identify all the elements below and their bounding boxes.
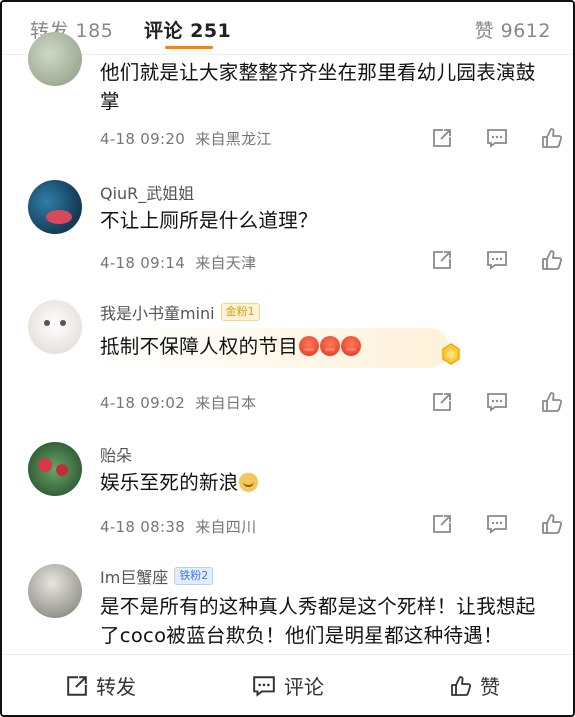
comment-icon xyxy=(253,675,275,697)
angry-emoji-icon xyxy=(341,336,362,356)
like-action[interactable] xyxy=(524,124,573,152)
repost-icon xyxy=(432,251,451,269)
tab-bar: 转发 185 评论 251 赞 9612 xyxy=(2,2,573,55)
comment-actions xyxy=(414,246,573,274)
username-row: 我是小书童mini 金粉1 xyxy=(100,300,260,324)
repost-action[interactable] xyxy=(414,388,469,416)
comment-text-content: 抵制不保障人权的节目 xyxy=(100,335,299,358)
comment-text: 不让上厕所是什么道理？ xyxy=(100,209,318,232)
repost-icon xyxy=(432,393,451,411)
comment-item: Im巨蟹座 铁粉2 是不是所有的这种真人秀都是这个死样！让我想起了coco被蓝台… xyxy=(2,562,573,654)
comment-text: 娱乐至死的新浪 xyxy=(100,468,550,497)
comment-icon xyxy=(486,393,507,412)
comment-time: 4-18 08:38 xyxy=(100,518,186,536)
angry-emoji-icon xyxy=(299,336,320,356)
tab-likes[interactable]: 赞 9612 xyxy=(475,16,551,43)
avatar[interactable] xyxy=(28,300,82,354)
active-tab-indicator xyxy=(165,46,213,49)
angry-emoji-icon xyxy=(320,336,341,356)
thumbs-up-icon xyxy=(451,675,472,696)
comment-actions xyxy=(414,124,573,152)
avatar[interactable] xyxy=(28,180,82,234)
comment-item: 我是小书童mini 金粉1 抵制不保障人权的节目 4-18 09:02 来自日本 xyxy=(2,298,573,422)
bottom-comment-label: 评论 xyxy=(284,675,324,699)
comment-actions xyxy=(414,388,573,416)
username[interactable]: QiuR_武姐姐 xyxy=(100,180,194,204)
tab-comments[interactable]: 评论 251 xyxy=(144,16,231,43)
bottom-repost-label: 转发 xyxy=(96,675,136,699)
repost-action[interactable] xyxy=(414,246,469,274)
like-action[interactable] xyxy=(524,388,573,416)
comment-meta: 4-18 09:14 来自天津 xyxy=(100,252,256,273)
thumbs-up-icon xyxy=(541,250,562,270)
avatar[interactable] xyxy=(28,442,82,496)
repost-icon xyxy=(67,675,87,696)
like-action[interactable] xyxy=(524,510,573,538)
comment-item: 贻朵 娱乐至死的新浪 4-18 08:38 来自四川 xyxy=(2,440,573,544)
comment-action[interactable] xyxy=(469,510,524,538)
comment-location: 来自四川 xyxy=(195,518,257,536)
username-row: 贻朵 xyxy=(100,442,132,466)
username-row: QiuR_武姐姐 xyxy=(100,180,194,204)
comment-text: 是不是所有的这种真人秀都是这个死样！让我想起了coco被蓝台欺负！他们是明星都这… xyxy=(100,595,536,647)
comment-location: 来自日本 xyxy=(195,394,257,412)
comment-icon xyxy=(486,515,507,534)
comment-meta: 4-18 08:38 来自四川 xyxy=(100,516,256,537)
screen-frame: 转发 185 评论 251 赞 9612 他们就是让大家整整齐齐坐在那里看幼儿园… xyxy=(0,0,575,717)
comment-text: 他们就是让大家整整齐齐坐在那里看幼儿园表演鼓掌 xyxy=(100,61,536,113)
comment-text-content: 娱乐至死的新浪 xyxy=(100,471,239,494)
thumbs-up-icon xyxy=(541,392,562,412)
repost-action[interactable] xyxy=(414,124,469,152)
comment-icon xyxy=(486,251,507,270)
comment-location: 来自天津 xyxy=(195,254,257,272)
username[interactable]: Im巨蟹座 xyxy=(100,564,168,588)
thumbs-up-icon xyxy=(541,128,562,148)
doge-emoji-icon xyxy=(238,473,258,492)
comment-location: 来自黑龙江 xyxy=(195,130,272,148)
comment-action[interactable] xyxy=(469,124,524,152)
comment-item: QiuR_武姐姐 不让上厕所是什么道理？ 4-18 09:14 来自天津 xyxy=(2,178,573,288)
username[interactable]: 我是小书童mini xyxy=(100,300,215,324)
comment-action[interactable] xyxy=(469,246,524,274)
avatar[interactable] xyxy=(28,32,82,86)
like-action[interactable] xyxy=(524,246,573,274)
comment-time: 4-18 09:14 xyxy=(100,254,186,272)
comment-time: 4-18 09:02 xyxy=(100,394,186,412)
repost-action[interactable] xyxy=(414,510,469,538)
fan-badge[interactable]: 金粉1 xyxy=(220,303,260,321)
comment-action[interactable] xyxy=(469,388,524,416)
bottom-comment-button[interactable]: 评论 xyxy=(252,671,573,700)
thumbs-up-icon xyxy=(541,514,562,534)
username-row: Im巨蟹座 铁粉2 xyxy=(100,564,214,588)
repost-icon xyxy=(432,515,451,533)
repost-icon xyxy=(432,129,451,147)
comment-time: 4-18 09:20 xyxy=(100,130,186,148)
avatar[interactable] xyxy=(28,564,82,618)
comment-text: 抵制不保障人权的节目 xyxy=(100,332,550,361)
bottom-repost-button[interactable]: 转发 xyxy=(66,671,136,700)
comment-meta: 4-18 09:02 来自日本 xyxy=(100,392,256,413)
fan-badge[interactable]: 铁粉2 xyxy=(174,567,214,585)
bottom-action-bar: 转发 评论 赞 xyxy=(2,654,573,715)
comment-icon xyxy=(486,129,507,148)
comment-actions xyxy=(414,510,573,538)
bottom-like-label: 赞 xyxy=(480,675,500,699)
username[interactable]: 贻朵 xyxy=(100,442,132,466)
comment-item: 他们就是让大家整整齐齐坐在那里看幼儿园表演鼓掌 4-18 09:20 来自黑龙江 xyxy=(2,32,573,162)
bottom-like-button[interactable]: 赞 xyxy=(450,671,500,700)
comment-meta: 4-18 09:20 来自黑龙江 xyxy=(100,128,272,149)
